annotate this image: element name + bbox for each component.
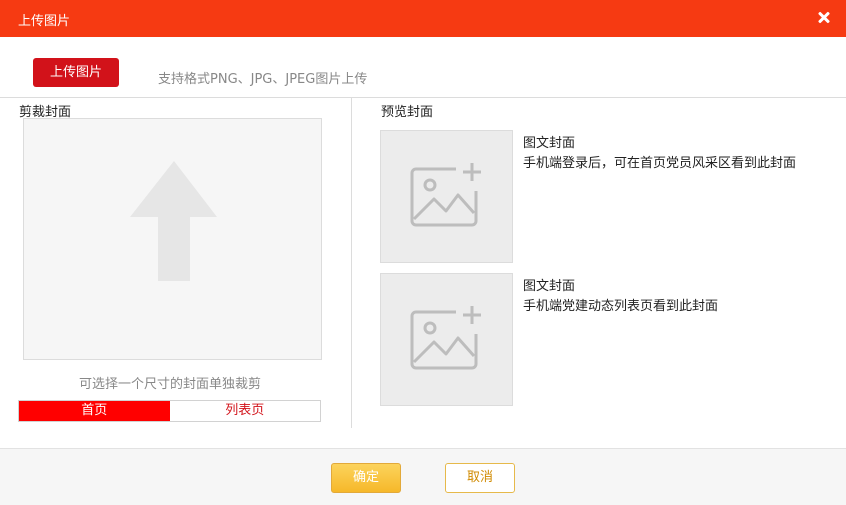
add-image-icon: [410, 163, 481, 227]
crop-size-tabs: 首页 列表页: [18, 400, 321, 422]
upload-image-dialog: 上传图片 上传图片 支持格式PNG、JPG、JPEG图片上传 剪裁封面 可选择一…: [0, 0, 846, 505]
upload-format-hint: 支持格式PNG、JPG、JPEG图片上传: [158, 72, 368, 87]
vertical-divider: [351, 98, 352, 428]
close-icon[interactable]: [816, 10, 832, 26]
dialog-title: 上传图片: [18, 14, 71, 29]
add-image-icon: [410, 306, 481, 370]
cancel-button[interactable]: 取消: [445, 463, 515, 493]
tab-list-page[interactable]: 列表页: [169, 401, 320, 421]
upload-image-button[interactable]: 上传图片: [33, 58, 119, 87]
preview-item-desc: 手机端党建动态列表页看到此封面: [523, 299, 719, 314]
crop-canvas[interactable]: [23, 118, 322, 360]
crop-hint: 可选择一个尺寸的封面单独裁剪: [78, 377, 261, 392]
upload-arrow-icon: [130, 161, 217, 281]
preview-item-title: 图文封面: [523, 136, 576, 151]
confirm-button[interactable]: 确定: [331, 463, 401, 493]
dialog-titlebar: 上传图片: [0, 0, 846, 37]
preview-image-box[interactable]: [380, 273, 513, 406]
tab-home[interactable]: 首页: [19, 401, 170, 421]
preview-item-desc: 手机端登录后，可在首页党员风采区看到此封面: [523, 156, 797, 171]
preview-section-title: 预览封面: [381, 105, 434, 120]
divider: [0, 97, 846, 98]
preview-item-title: 图文封面: [523, 279, 576, 294]
dialog-footer: [0, 448, 846, 505]
preview-image-box[interactable]: [380, 130, 513, 263]
